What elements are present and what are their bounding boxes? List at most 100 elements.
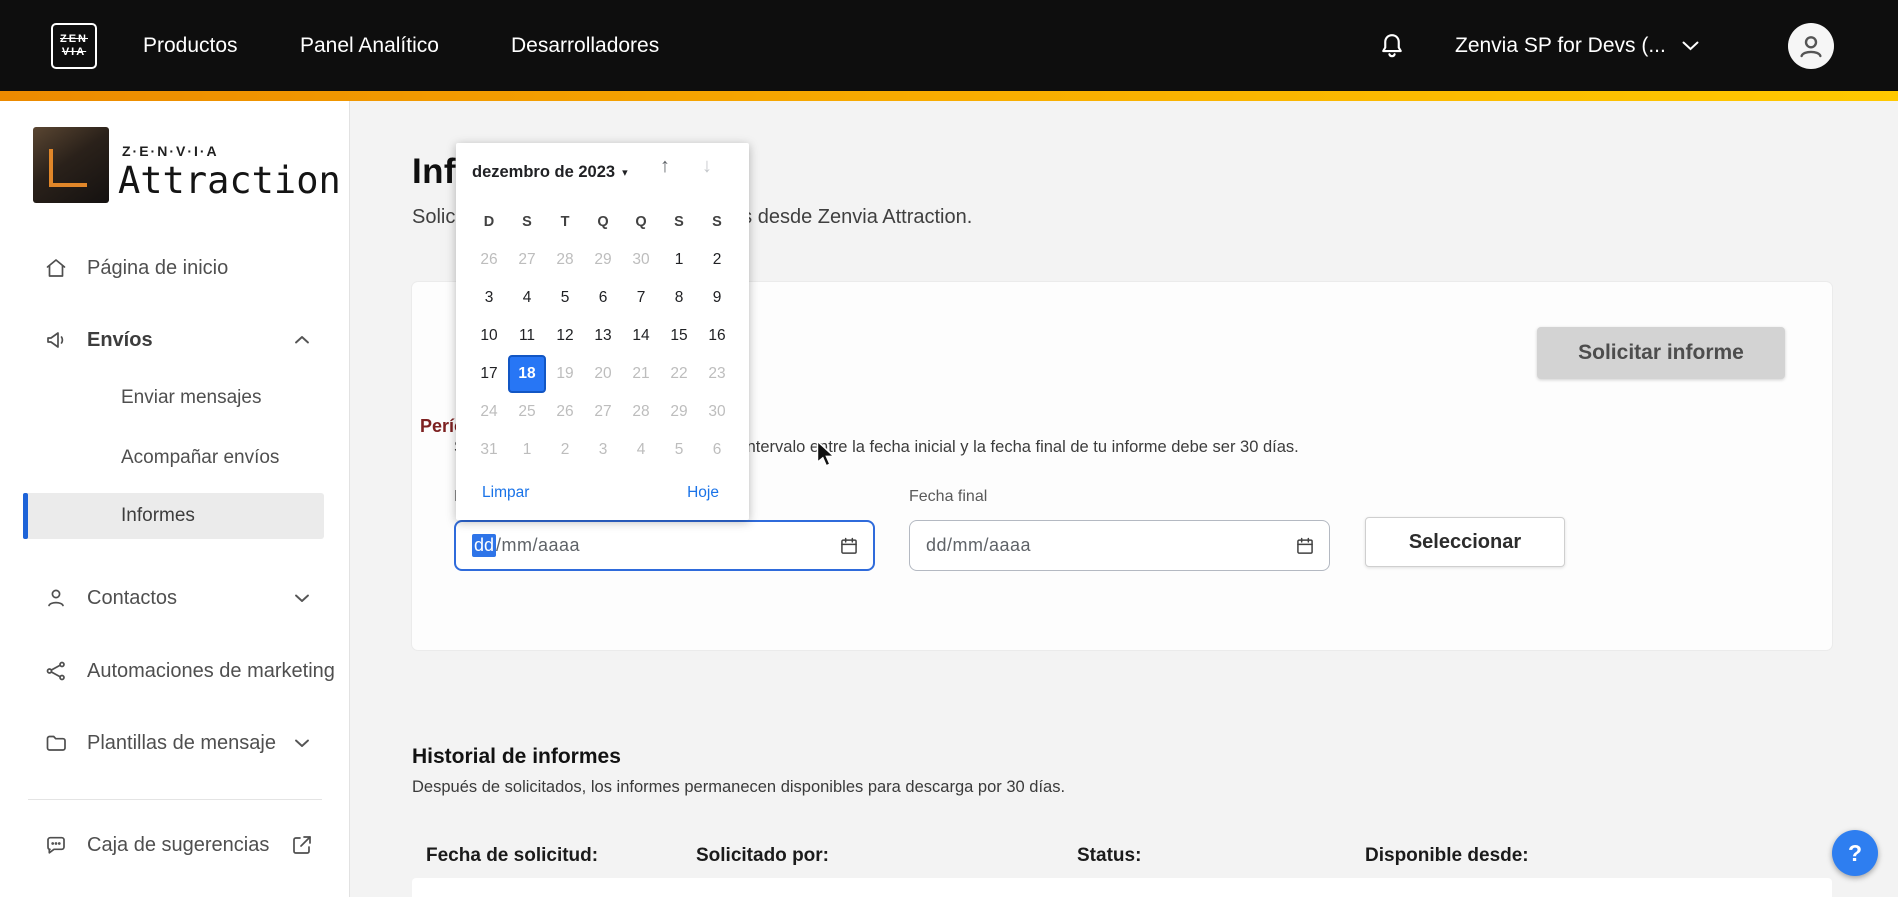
calendar-day[interactable]: 5	[660, 431, 698, 469]
sidebar-item-envios[interactable]: Envíos	[0, 316, 350, 364]
sidebar-item-plantillas[interactable]: Plantillas de mensaje	[0, 719, 350, 767]
nav-item-panel-analitico[interactable]: Panel Analítico	[300, 0, 439, 91]
account-name: Zenvia SP for Devs (...	[1455, 33, 1666, 57]
zenvia-logo-text-bottom: VIA	[61, 46, 87, 58]
calendar-picker-icon[interactable]	[839, 536, 859, 556]
chevron-up-icon[interactable]	[290, 328, 314, 352]
calendar-day-selected[interactable]: 18	[508, 355, 546, 393]
chevron-down-icon[interactable]	[290, 586, 314, 610]
clear-button[interactable]: Limpar	[482, 484, 529, 502]
sidebar-item-label: Informes	[121, 505, 195, 526]
zenvia-logo[interactable]: ZEN VIA	[51, 23, 97, 69]
help-button[interactable]: ?	[1832, 830, 1878, 876]
date-picker-popup: dezembro de 2023 ▾ ↑ ↓ D S T Q Q S S 26 2…	[456, 143, 749, 520]
chat-bubble-icon	[44, 833, 68, 857]
calendar-day[interactable]: 24	[470, 393, 508, 431]
date-segment-day-highlighted[interactable]: dd	[472, 534, 497, 557]
history-section-title: Historial de informes	[412, 745, 621, 768]
account-switcher[interactable]: Zenvia SP for Devs (...	[1455, 0, 1699, 91]
calendar-day[interactable]: 27	[508, 241, 546, 279]
sidebar-divider	[28, 799, 322, 800]
calendar-day[interactable]: 11	[508, 317, 546, 355]
calendar-day[interactable]: 12	[546, 317, 584, 355]
home-icon	[44, 256, 68, 280]
sidebar-item-caja-de-sugerencias[interactable]: Caja de sugerencias	[0, 821, 350, 869]
select-button[interactable]: Seleccionar	[1365, 517, 1565, 567]
calendar-day[interactable]: 16	[698, 317, 736, 355]
calendar-day[interactable]: 26	[546, 393, 584, 431]
weekday-label: T	[560, 214, 570, 230]
history-section-subtitle: Después de solicitados, los informes per…	[412, 778, 1066, 796]
calendar-day[interactable]: 21	[622, 355, 660, 393]
fecha-inicial-input[interactable]: dd /mm/aaaa	[454, 520, 875, 571]
weekday-label: S	[712, 214, 722, 230]
calendar-day[interactable]: 7	[622, 279, 660, 317]
calendar-day[interactable]: 6	[584, 279, 622, 317]
next-month-arrow-icon[interactable]: ↓	[690, 155, 724, 178]
weekday-label: S	[674, 214, 684, 230]
fecha-final-label: Fecha final	[909, 488, 988, 505]
calendar-day[interactable]: 2	[546, 431, 584, 469]
previous-month-arrow-icon[interactable]: ↑	[648, 155, 682, 178]
attraction-logo-image	[33, 127, 109, 203]
calendar-day[interactable]: 10	[470, 317, 508, 355]
calendar-day-grid: 26 27 28 29 30 1 2 3 4 5 6 7 8 9 10 11 12 13 14 15 16 17 18 19 2…	[470, 241, 736, 469]
calendar-day[interactable]: 29	[584, 241, 622, 279]
calendar-day[interactable]: 22	[660, 355, 698, 393]
column-header-fecha-solicitud: Fecha de solicitud:	[426, 845, 599, 866]
sidebar-item-contactos[interactable]: Contactos	[0, 574, 350, 622]
notifications-bell-icon[interactable]	[1377, 31, 1407, 61]
calendar-day[interactable]: 5	[546, 279, 584, 317]
calendar-day[interactable]: 28	[622, 393, 660, 431]
sidebar-item-label: Página de inicio	[87, 256, 229, 279]
calendar-day[interactable]: 4	[622, 431, 660, 469]
calendar-day[interactable]: 23	[698, 355, 736, 393]
calendar-day[interactable]: 9	[698, 279, 736, 317]
automation-workflow-icon	[44, 659, 68, 683]
weekday-label: Q	[597, 214, 609, 230]
nav-item-desarrolladores[interactable]: Desarrolladores	[511, 0, 659, 91]
request-report-button[interactable]: Solicitar informe	[1537, 327, 1785, 379]
calendar-day[interactable]: 13	[584, 317, 622, 355]
zenvia-logo-text-top: ZEN	[60, 33, 88, 45]
column-header-disponible-desde: Disponible desde:	[1365, 845, 1529, 866]
calendar-day[interactable]: 1	[660, 241, 698, 279]
sidebar-item-acompanar-envios[interactable]: Acompañar envíos	[0, 438, 350, 478]
calendar-picker-icon[interactable]	[1295, 536, 1315, 556]
calendar-day[interactable]: 17	[470, 355, 508, 393]
calendar-day[interactable]: 1	[508, 431, 546, 469]
today-button[interactable]: Hoje	[687, 484, 719, 502]
chevron-down-icon[interactable]	[290, 731, 314, 755]
month-dropdown-caret-icon[interactable]: ▾	[622, 166, 628, 179]
nav-item-productos[interactable]: Productos	[143, 0, 238, 91]
user-avatar[interactable]	[1788, 23, 1834, 69]
calendar-day[interactable]: 28	[546, 241, 584, 279]
calendar-day[interactable]: 31	[470, 431, 508, 469]
date-picker-footer: Limpar Hoje	[456, 473, 749, 513]
calendar-day[interactable]: 29	[660, 393, 698, 431]
calendar-day[interactable]: 27	[584, 393, 622, 431]
sidebar-item-informes-active[interactable]: Informes	[23, 493, 324, 539]
calendar-day[interactable]: 6	[698, 431, 736, 469]
calendar-day[interactable]: 30	[698, 393, 736, 431]
calendar-day[interactable]: 4	[508, 279, 546, 317]
calendar-day[interactable]: 8	[660, 279, 698, 317]
calendar-day[interactable]: 2	[698, 241, 736, 279]
calendar-day[interactable]: 15	[660, 317, 698, 355]
calendar-day[interactable]: 3	[584, 431, 622, 469]
calendar-day[interactable]: 19	[546, 355, 584, 393]
calendar-day[interactable]: 26	[470, 241, 508, 279]
calendar-day[interactable]: 30	[622, 241, 660, 279]
external-link-icon[interactable]	[290, 833, 314, 857]
calendar-day[interactable]: 14	[622, 317, 660, 355]
calendar-day[interactable]: 25	[508, 393, 546, 431]
fecha-final-input[interactable]: dd/mm/aaaa	[909, 520, 1330, 571]
calendar-day[interactable]: 3	[470, 279, 508, 317]
sidebar-item-enviar-mensajes[interactable]: Enviar mensajes	[0, 378, 350, 418]
sidebar-item-pagina-de-inicio[interactable]: Página de inicio	[0, 244, 350, 292]
weekday-label: S	[522, 214, 532, 230]
brand-name: Z·E·N·V·I·A	[122, 143, 219, 159]
calendar-day[interactable]: 20	[584, 355, 622, 393]
sidebar-item-automaciones[interactable]: Automaciones de marketing	[0, 647, 350, 695]
month-year-selector[interactable]: dezembro de 2023	[472, 163, 615, 182]
